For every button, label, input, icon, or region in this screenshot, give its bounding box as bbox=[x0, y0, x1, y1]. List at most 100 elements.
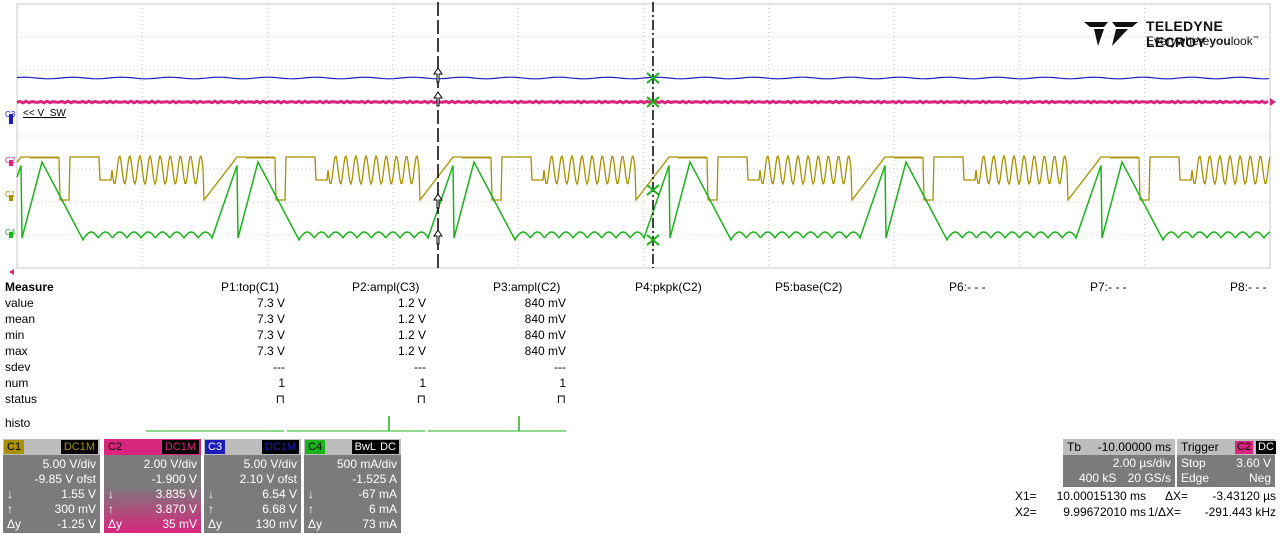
measure-row-label: status bbox=[5, 392, 38, 406]
trigger-coupling: DC bbox=[1256, 441, 1276, 454]
trigger-slope: Neg bbox=[1248, 471, 1271, 485]
measure-cell-p1: 1 bbox=[278, 376, 285, 390]
measure-row-label: num bbox=[5, 376, 29, 390]
measure-row-value: value 7.3 V 1.2 V 840 mV bbox=[0, 296, 1280, 312]
measure-row-label: mean bbox=[5, 312, 36, 326]
measure-header-row: Measure P1:top(C1) P2:ampl(C3) P3:ampl(C… bbox=[0, 280, 1280, 296]
measure-cell-p2: 1.2 V bbox=[397, 296, 426, 310]
inv-dx-value: -291.443 kHz bbox=[1204, 505, 1276, 519]
channel-tag: C4 bbox=[305, 440, 326, 454]
offset: -1.525 A bbox=[352, 472, 397, 486]
offset: 2.10 V ofst bbox=[239, 472, 297, 486]
x2-label: X2= bbox=[1015, 505, 1037, 519]
trigger-box[interactable]: Trigger C2 DC Stop 3.60 V Edge Neg bbox=[1177, 439, 1276, 487]
x1-value: 10.00015130 ms bbox=[1056, 489, 1146, 503]
time-cursors[interactable] bbox=[433, 2, 660, 268]
cursor-arrow-icon bbox=[433, 229, 443, 245]
param-p8[interactable]: P8:- - - bbox=[1230, 280, 1267, 294]
measure-cell-p2: 1.2 V bbox=[397, 312, 426, 326]
measure-cell-p3: 840 mV bbox=[524, 344, 566, 358]
measure-cell-p2: 1 bbox=[419, 376, 426, 390]
histograms bbox=[146, 416, 566, 432]
timebase-samples: 400 kS bbox=[1079, 471, 1117, 485]
measure-cell-p3: ⊓ bbox=[556, 392, 566, 406]
param-p4[interactable]: P4:pkpk(C2) bbox=[635, 280, 702, 294]
timebase-box[interactable]: Tb -10.00000 ms 2.00 µs/div 400 kS 20 GS… bbox=[1063, 439, 1175, 487]
cursor-arrow-icon bbox=[433, 91, 443, 107]
measure-cell-p1: 7.3 V bbox=[256, 312, 285, 326]
teledyne-lecroy-logo: TELEDYNE LECROY Everywhereyoulook™ bbox=[1082, 16, 1272, 52]
measure-row-max: max 7.3 V 1.2 V 840 mV bbox=[0, 344, 1280, 360]
trigger-type: Edge bbox=[1181, 471, 1210, 485]
channel-markers bbox=[9, 98, 1276, 275]
trace-c2 bbox=[16, 99, 1269, 105]
dx-label: ΔX= bbox=[1165, 489, 1189, 503]
c4-marker-label: C4 bbox=[5, 228, 16, 237]
trigger-mode: Stop bbox=[1181, 456, 1206, 470]
coupling-badge: DC1M bbox=[60, 440, 98, 454]
offset: -9.85 V ofst bbox=[34, 472, 96, 486]
param-p3[interactable]: P3:ampl(C2) bbox=[493, 280, 560, 294]
measure-cell-p1: 7.3 V bbox=[256, 328, 285, 342]
measure-cell-p1: 7.3 V bbox=[256, 296, 285, 310]
measure-cell-p2: ⊓ bbox=[416, 392, 426, 406]
param-p6[interactable]: P6:- - - bbox=[949, 280, 986, 294]
c3-marker-label: C3 bbox=[5, 110, 16, 119]
coupling-badge: DC bbox=[377, 440, 399, 454]
volts-per-div: 500 mA/div bbox=[336, 457, 397, 471]
trigger-label: Trigger bbox=[1181, 440, 1219, 454]
measure-cell-p3: 840 mV bbox=[524, 296, 566, 310]
bandwidth-limit-badge: BwL bbox=[351, 440, 379, 454]
measure-row-label: value bbox=[5, 296, 34, 310]
param-p7[interactable]: P7:- - - bbox=[1090, 280, 1127, 294]
measure-row-label: sdev bbox=[5, 360, 31, 374]
measure-row-mean: mean 7.3 V 1.2 V 840 mV bbox=[0, 312, 1280, 328]
measure-cell-p2: 1.2 V bbox=[397, 344, 426, 358]
c2-marker-label: C2 bbox=[5, 156, 16, 165]
measure-row-status: status ⊓ ⊓ ⊓ bbox=[0, 392, 1280, 408]
timebase-per-div: 2.00 µs/div bbox=[1112, 456, 1171, 470]
measure-cell-p1: 7.3 V bbox=[256, 344, 285, 358]
param-p2[interactable]: P2:ampl(C3) bbox=[352, 280, 419, 294]
measure-row-num: num 1 1 1 bbox=[0, 376, 1280, 392]
measure-title: Measure bbox=[5, 280, 54, 294]
measure-cell-p1: ⊓ bbox=[275, 392, 285, 406]
measure-row-min: min 7.3 V 1.2 V 840 mV bbox=[0, 328, 1280, 344]
x1-label: X1= bbox=[1015, 489, 1037, 503]
param-p1[interactable]: P1:top(C1) bbox=[221, 280, 279, 294]
offset: -1.900 V bbox=[151, 472, 197, 486]
coupling-badge: DC1M bbox=[161, 440, 199, 454]
measure-cell-p3: 840 mV bbox=[524, 328, 566, 342]
volts-per-div: 5.00 V/div bbox=[243, 457, 297, 471]
channel-tag: C1 bbox=[4, 440, 25, 454]
c2-trigger-level-icon bbox=[1270, 98, 1276, 106]
measure-cell-p3: 1 bbox=[559, 376, 566, 390]
trace-c3 bbox=[16, 76, 1270, 80]
timebase-label: Tb bbox=[1067, 440, 1082, 454]
measure-row-label: min bbox=[5, 328, 25, 342]
measure-row-sdev: sdev --- --- --- bbox=[0, 360, 1280, 376]
measure-cell-p2: --- bbox=[414, 360, 426, 374]
timebase-rate: 20 GS/s bbox=[1127, 471, 1171, 485]
volts-per-div: 2.00 V/div bbox=[143, 457, 197, 471]
timebase-delay: -10.00000 ms bbox=[1097, 440, 1171, 454]
trigger-position-icon bbox=[9, 269, 14, 275]
cursor-readout: X1= 10.00015130 ms ΔX= -3.43120 µs X2= 9… bbox=[0, 488, 1280, 528]
coupling-badge: DC1M bbox=[261, 440, 299, 454]
trace-c1 bbox=[16, 154, 1271, 202]
volts-per-div: 5.00 V/div bbox=[42, 457, 96, 471]
param-p5[interactable]: P5:base(C2) bbox=[775, 280, 842, 294]
trigger-source: C2 bbox=[1235, 441, 1254, 454]
cursor-arrow-icon bbox=[433, 67, 443, 83]
v-sw-label: << V_SW bbox=[23, 108, 66, 119]
channel-tag: C3 bbox=[205, 440, 226, 454]
x2-value: 9.99672010 ms bbox=[1063, 505, 1146, 519]
channel-tag: C2 bbox=[105, 440, 126, 454]
measure-cell-p2: 1.2 V bbox=[397, 328, 426, 342]
lecroy-logo-icon bbox=[1084, 22, 1138, 46]
c1-marker-label: C1 bbox=[5, 190, 16, 199]
inv-dx-label: 1/ΔX= bbox=[1148, 505, 1182, 519]
measure-row-label: max bbox=[5, 344, 28, 358]
measure-cell-p3: --- bbox=[554, 360, 566, 374]
waveform-traces bbox=[16, 76, 1271, 242]
